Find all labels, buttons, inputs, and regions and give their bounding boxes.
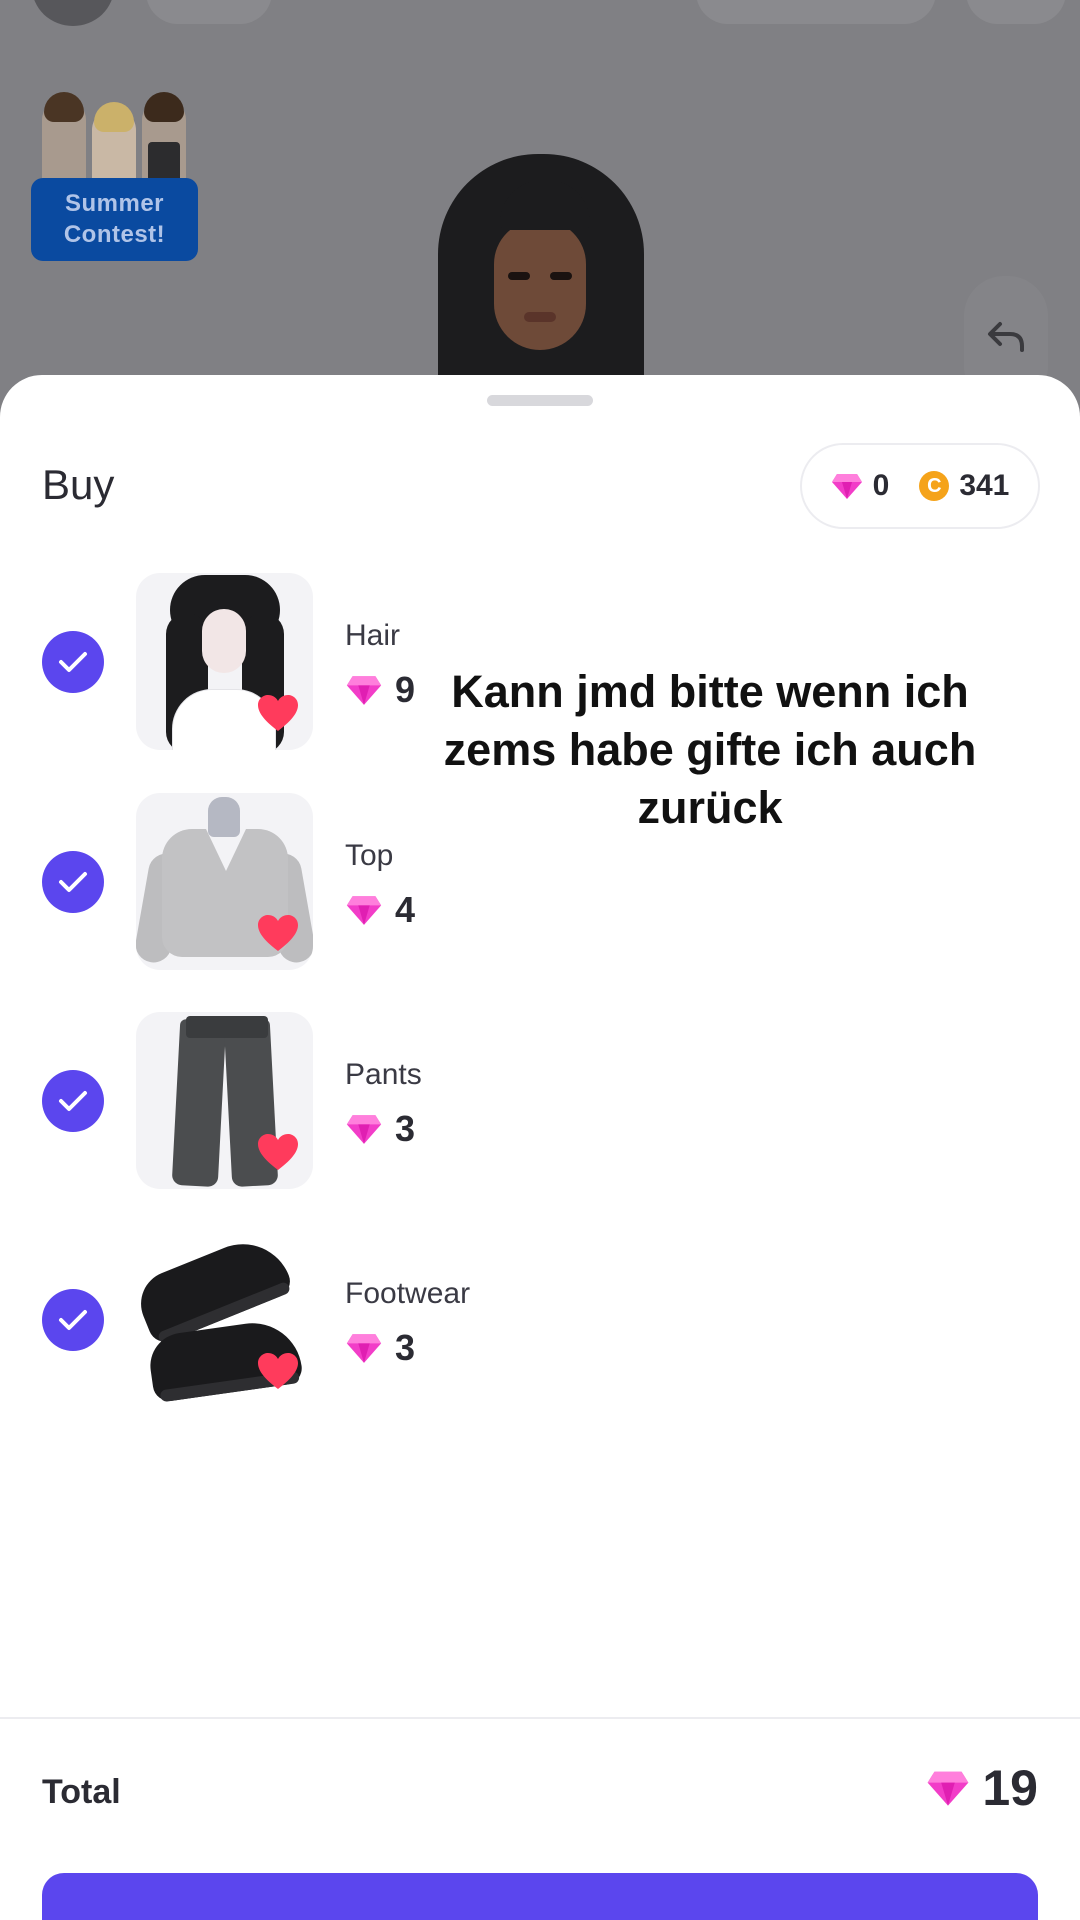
top-thumbnail[interactable]	[136, 793, 313, 970]
item-price: 3	[345, 1327, 415, 1369]
top-pill[interactable]	[696, 0, 936, 24]
avatar-chip[interactable]	[146, 0, 272, 24]
sheet-grabber[interactable]	[487, 395, 593, 406]
gem-icon	[346, 676, 382, 705]
hair-thumbnail[interactable]	[136, 573, 313, 750]
item-price-value: 4	[395, 889, 416, 930]
balance-pill[interactable]: 0 C 341	[800, 443, 1040, 529]
buy-button[interactable]	[42, 1873, 1038, 1920]
item-price: 3	[345, 1108, 415, 1150]
coin-balance: 341	[959, 469, 1010, 502]
profile-button[interactable]	[32, 0, 114, 26]
list-item[interactable]: Footwear 3	[0, 1231, 1080, 1409]
item-label: Top	[345, 839, 394, 872]
gem-icon	[831, 474, 862, 499]
undo-icon	[988, 322, 1024, 352]
item-label: Footwear	[345, 1277, 471, 1310]
item-label: Pants	[345, 1058, 422, 1091]
divider	[0, 1717, 1080, 1719]
gem-icon	[346, 1334, 382, 1363]
check-icon[interactable]	[42, 851, 104, 913]
heart-icon[interactable]	[256, 1351, 300, 1391]
summer-contest-banner[interactable]: Summer Contest!	[30, 88, 200, 264]
buy-sheet: Buy 0 C 341 Hair 9 Top 4 Pants 3 Footwea…	[0, 375, 1080, 1920]
total-value: 19	[926, 1759, 1038, 1817]
gem-icon	[346, 1115, 382, 1144]
sheet-title: Buy	[42, 461, 115, 508]
item-price: 4	[345, 889, 415, 931]
item-label: Hair	[345, 619, 401, 652]
check-icon[interactable]	[42, 631, 104, 693]
heart-icon[interactable]	[256, 1132, 300, 1172]
list-item[interactable]: Pants 3	[0, 1012, 1080, 1190]
item-price-value: 3	[395, 1327, 416, 1368]
contest-badge: Summer Contest!	[31, 178, 198, 261]
check-icon[interactable]	[42, 1289, 104, 1351]
top-right-button[interactable]	[966, 0, 1066, 24]
total-label: Total	[42, 1773, 121, 1811]
gem-icon	[928, 1771, 969, 1806]
item-price-value: 3	[395, 1108, 416, 1149]
heart-icon[interactable]	[256, 693, 300, 733]
background-scene: Summer Contest!	[0, 0, 1080, 420]
total-amount: 19	[982, 1760, 1038, 1816]
coin-icon: C	[919, 471, 950, 501]
gem-icon	[346, 896, 382, 925]
check-icon[interactable]	[42, 1070, 104, 1132]
footwear-thumbnail[interactable]	[136, 1231, 313, 1408]
contest-figures	[34, 88, 194, 194]
overlay-caption: Kann jmd bitte wenn ich zems habe gifte …	[443, 666, 977, 833]
heart-icon[interactable]	[256, 913, 300, 953]
pants-thumbnail[interactable]	[136, 1012, 313, 1189]
gem-balance: 0	[872, 469, 890, 502]
